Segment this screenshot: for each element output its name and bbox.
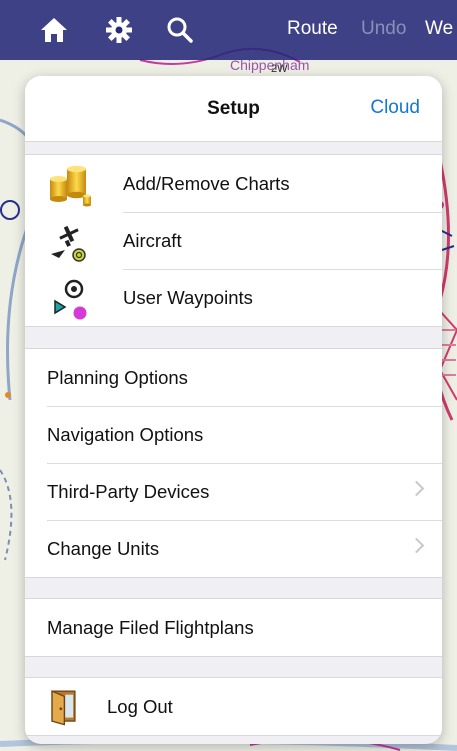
user-waypoints-item[interactable]: User Waypoints xyxy=(25,269,442,326)
flightplans-group: Manage Filed Flightplans xyxy=(25,598,442,657)
add-remove-charts-item[interactable]: Add/Remove Charts xyxy=(25,155,442,212)
route-button[interactable]: Route xyxy=(287,18,338,40)
door-icon xyxy=(51,690,76,726)
charts-aircraft-group: Add/Remove Charts Aircraft User Waypoint… xyxy=(25,154,442,327)
cloud-button[interactable]: Cloud xyxy=(370,97,420,119)
add-remove-charts-label: Add/Remove Charts xyxy=(123,172,290,194)
aircraft-label: Aircraft xyxy=(123,229,182,251)
log-out-item[interactable]: Log Out xyxy=(25,678,442,735)
manage-filed-flightplans-item[interactable]: Manage Filed Flightplans xyxy=(25,599,442,656)
popover-header: Setup Cloud xyxy=(25,76,442,142)
third-party-devices-item[interactable]: Third-Party Devices xyxy=(25,463,442,520)
aircraft-item[interactable]: Aircraft xyxy=(25,212,442,269)
map-toolbar: Route Undo We xyxy=(0,0,457,60)
undo-button[interactable]: Undo xyxy=(361,18,406,40)
setup-popover: Setup Cloud Add/Remove Charts Aircraft U… xyxy=(25,76,442,744)
charts-database-icon xyxy=(50,165,91,207)
gear-icon[interactable] xyxy=(102,13,136,47)
planning-options-label: Planning Options xyxy=(47,366,188,388)
user-waypoints-icon xyxy=(54,279,87,320)
navigation-options-item[interactable]: Navigation Options xyxy=(25,406,442,463)
search-icon[interactable] xyxy=(163,13,197,47)
log-out-label: Log Out xyxy=(107,695,173,717)
options-group: Planning Options Navigation Options Thir… xyxy=(25,348,442,578)
change-units-label: Change Units xyxy=(47,537,160,559)
navigation-options-label: Navigation Options xyxy=(47,423,204,445)
toolbar-clipped-button[interactable]: We xyxy=(425,18,453,40)
change-units-item[interactable]: Change Units xyxy=(25,520,442,577)
chevron-right-icon xyxy=(408,537,425,554)
logout-group: Log Out xyxy=(25,677,442,736)
map-label-2w: 2W xyxy=(271,63,288,75)
user-waypoints-label: User Waypoints xyxy=(123,286,253,308)
map-label-chippenham: Chippenham xyxy=(230,57,310,73)
manage-filed-flightplans-label: Manage Filed Flightplans xyxy=(47,616,254,638)
planning-options-item[interactable]: Planning Options xyxy=(25,349,442,406)
chevron-right-icon xyxy=(408,480,425,497)
aircraft-icon xyxy=(51,225,86,262)
third-party-devices-label: Third-Party Devices xyxy=(47,480,210,502)
home-icon[interactable] xyxy=(37,13,71,47)
